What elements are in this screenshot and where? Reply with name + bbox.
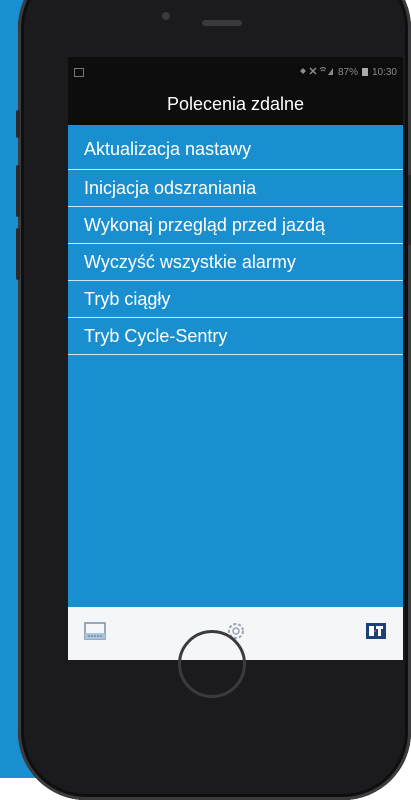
battery-icon <box>361 68 368 76</box>
status-bar: 87% 10:30 <box>68 57 403 87</box>
command-list: Aktualizacja nastawy Inicjacja odszrania… <box>68 125 403 607</box>
list-item[interactable]: Tryb Cycle-Sentry <box>68 318 403 355</box>
signal-wifi-icons <box>298 66 334 79</box>
image-icon <box>74 67 84 77</box>
list-item[interactable]: Tryb ciągły <box>68 281 403 318</box>
list-item[interactable]: Wykonaj przegląd przed jazdą <box>68 207 403 244</box>
front-camera <box>162 12 170 20</box>
keyboard-button[interactable] <box>82 621 108 647</box>
mute-switch <box>16 110 20 138</box>
keyboard-icon <box>84 622 106 645</box>
brand-logo-icon <box>365 622 387 645</box>
list-item[interactable]: Wyczyść wszystkie alarmy <box>68 244 403 281</box>
status-time: 10:30 <box>371 66 397 78</box>
phone-frame: 87% 10:30 Polecenia zdalne Aktualizacja … <box>16 0 411 800</box>
list-item[interactable]: Inicjacja odszraniania <box>68 170 403 207</box>
home-button[interactable] <box>178 630 246 698</box>
status-indicators: 87% 10:30 <box>298 66 397 79</box>
list-item[interactable]: Aktualizacja nastawy <box>68 125 403 170</box>
phone-screen: 87% 10:30 Polecenia zdalne Aktualizacja … <box>68 57 403 660</box>
brand-logo-button[interactable] <box>363 621 389 647</box>
volume-down-button <box>16 228 20 280</box>
volume-up-button <box>16 165 20 217</box>
battery-percent: 87% <box>337 66 358 78</box>
page-title: Polecenia zdalne <box>166 94 305 114</box>
earpiece-speaker <box>202 20 242 26</box>
